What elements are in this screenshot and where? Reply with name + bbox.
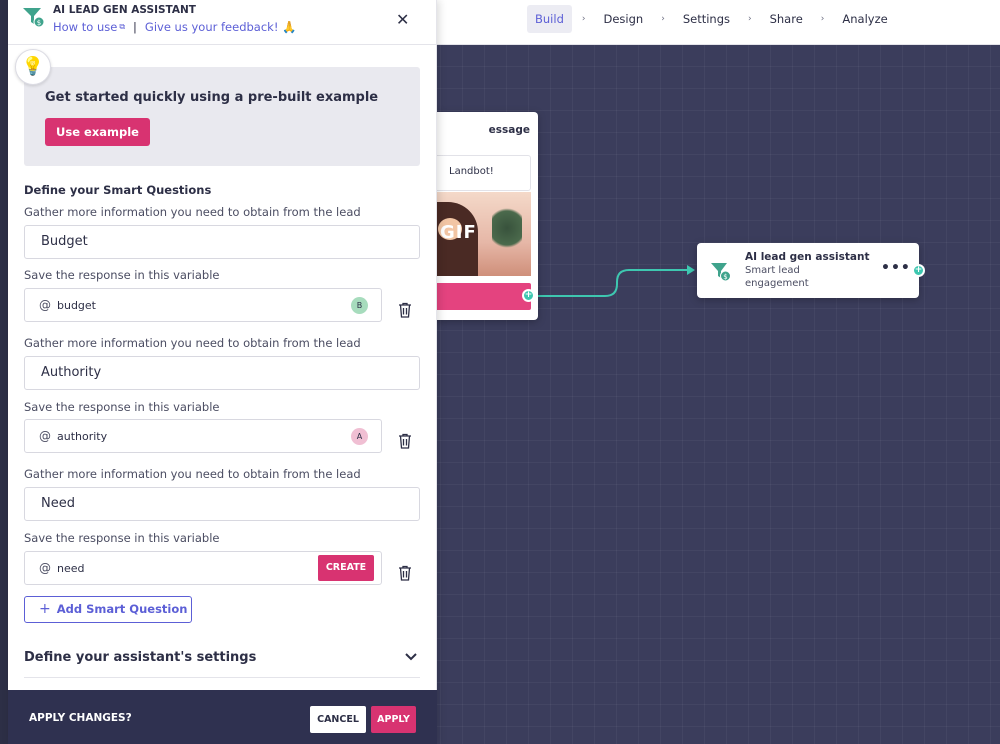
example-card: Get started quickly using a pre-built ex… [24,67,420,166]
funnel-dollar-icon: $ [711,263,731,282]
nav-design[interactable]: Design [595,5,651,33]
question-input-need[interactable]: Need [24,487,420,521]
gif-preview: GIF [430,192,531,276]
variable-badge: B [351,297,368,314]
message-bubble: Landbot! [430,155,531,191]
nav-settings[interactable]: Settings [675,5,738,33]
ai-node-output-port[interactable]: + [912,264,925,277]
chevron-down-icon [405,653,417,661]
link-separator: | [133,20,137,34]
panel-title: AI LEAD GEN ASSISTANT [53,4,196,16]
ai-node-title: AI lead gen assistant [745,251,870,263]
smart-questions-heading: Define your Smart Questions [24,183,212,197]
ai-lead-gen-panel: $ AI LEAD GEN ASSISTANT How to use ⧉ | G… [8,0,437,744]
assistant-settings-accordion[interactable]: Define your assistant's settings [24,640,420,678]
plus-icon: + [39,601,51,617]
nav-share[interactable]: Share [762,5,811,33]
more-icon[interactable]: ••• [881,260,911,276]
variable-name: need [57,562,85,575]
apply-changes-title: APPLY CHANGES? [29,712,132,724]
svg-text:$: $ [37,19,41,27]
variable-at-symbol: @ [39,561,51,575]
variable-badge: A [351,428,368,445]
question-input-budget[interactable]: Budget [24,225,420,259]
variable-at-symbol: @ [39,429,51,443]
gif-label: GIF [440,222,477,243]
apply-changes-footer: APPLY CHANGES? CANCEL APPLY [8,690,437,744]
top-navigation-bar: Build › Design › Settings › Share › Anal… [437,0,1000,45]
gather-info-label: Gather more information you need to obta… [24,205,361,219]
trash-icon[interactable] [398,433,412,449]
variable-name: budget [57,299,96,312]
trash-icon[interactable] [398,565,412,581]
gather-info-label: Gather more information you need to obta… [24,467,361,481]
create-variable-button[interactable]: CREATE [318,555,374,581]
variable-at-symbol: @ [39,298,51,312]
nav-separator: › [661,14,665,24]
feedback-link[interactable]: Give us your feedback! 🙏 [145,20,297,34]
save-variable-label: Save the response in this variable [24,400,220,414]
add-smart-question-label: Add Smart Question [56,602,188,616]
ai-node-subtitle: Smart lead engagement [745,265,809,289]
variable-field-need[interactable]: @ need CREATE [24,551,382,585]
variable-field-authority[interactable]: @ authority A [24,419,382,453]
variable-name: authority [57,430,108,443]
panel-header: $ AI LEAD GEN ASSISTANT How to use ⧉ | G… [8,0,437,45]
variable-field-budget[interactable]: @ budget B [24,288,382,322]
nav-separator: › [581,14,586,24]
funnel-dollar-icon: $ [23,8,45,28]
message-button-bar[interactable] [430,283,531,310]
nav-separator: › [820,14,825,24]
question-input-authority[interactable]: Authority [24,356,420,390]
gif-plant [492,204,522,252]
example-title: Get started quickly using a pre-built ex… [45,90,379,105]
save-variable-label: Save the response in this variable [24,531,220,545]
add-smart-question-button[interactable]: + Add Smart Question [24,596,192,623]
assistant-settings-title: Define your assistant's settings [24,650,257,665]
trash-icon[interactable] [398,302,412,318]
close-icon[interactable]: ✕ [396,10,409,29]
external-link-icon: ⧉ [119,22,126,31]
nav-analyze[interactable]: Analyze [834,5,895,33]
apply-button[interactable]: APPLY [371,706,416,733]
send-message-node[interactable]: essage Landbot! GIF [420,112,538,320]
left-edge-strip [0,0,8,744]
nav-separator: › [747,14,752,24]
lightbulb-icon: 💡 [15,49,51,85]
how-to-use-link[interactable]: How to use [53,20,117,34]
nav-build[interactable]: Build [527,5,572,33]
gather-info-label: Gather more information you need to obta… [24,336,361,350]
save-variable-label: Save the response in this variable [24,268,220,282]
cancel-button[interactable]: CANCEL [310,706,366,733]
message-node-output-port[interactable]: + [522,289,535,302]
ai-lead-gen-node[interactable]: $ AI lead gen assistant Smart lead engag… [697,243,919,298]
use-example-button[interactable]: Use example [45,118,150,146]
svg-text:$: $ [723,273,727,281]
panel-links: How to use ⧉ | Give us your feedback! 🙏 [53,20,296,34]
builder-nav: Build › Design › Settings › Share › Anal… [527,5,896,33]
